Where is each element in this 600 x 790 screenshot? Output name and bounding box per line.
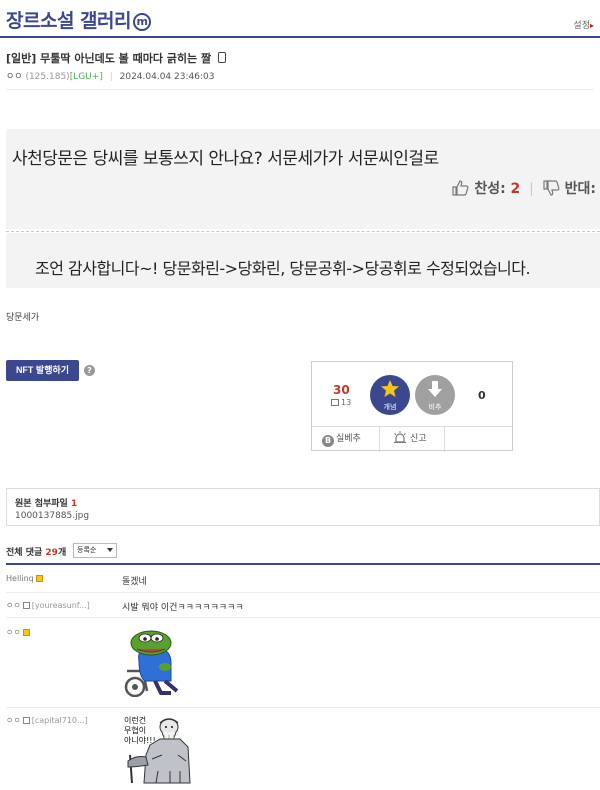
comment-sort-select[interactable]: 등록순 [73, 543, 117, 558]
post-writer-ip: (125.185) [25, 72, 70, 82]
comment-separator [6, 617, 600, 618]
question-banner: 사천당문은 당씨를 보통쓰지 안나요? 서문세가가 서문씨인걸로 찬성: 2 |… [6, 129, 600, 229]
question-text: 사천당문은 당씨를 보통쓰지 안나요? 서문세가가 서문씨인걸로 [12, 149, 439, 169]
comment-nick[interactable]: ㅇㅇ [6, 628, 21, 637]
vote-up-count: 2 [510, 181, 521, 197]
post-title: [일반] 무툴딱 아닌데도 볼 때마다 긁히는 짤 [6, 50, 226, 66]
post-meta: ㅇㅇ (125.185)[LGU+] | 2024.04.04 23:46:03 [6, 69, 214, 82]
comments-label: 전체 댓글 [6, 548, 43, 558]
gonick-icon [22, 629, 30, 636]
meta-separator: | [109, 72, 113, 82]
star-icon [381, 380, 399, 397]
thumbs-up-icon [452, 180, 469, 196]
gallery-header: 장르소설 갤러리 m 설정▸ [0, 0, 600, 38]
comment-user-id: [capital710...] [31, 716, 88, 725]
silbechu-icon: B [322, 435, 334, 447]
meta-divider [6, 89, 594, 90]
vote-separator: | [529, 181, 534, 197]
pepe-dccon-image [124, 630, 179, 697]
comment-nick[interactable]: ㅇㅇ [6, 716, 21, 725]
user-icon [22, 602, 30, 609]
post-body-text: 당문세가 [6, 313, 40, 323]
attachment-label-text: 원본 첨부파일 [15, 499, 68, 509]
oldman-drawing [127, 718, 191, 784]
recommend-up-label: 개념 [383, 403, 397, 411]
comments-header: 전체 댓글 29개 [6, 545, 66, 558]
attachment-box: 원본 첨부파일 1 1000137885.jpg [6, 488, 600, 526]
siren-icon [394, 431, 406, 443]
recommend-down-count: 0 [478, 389, 486, 402]
mobile-icon [217, 52, 226, 63]
nft-issue-button[interactable]: NFT 발행하기 [6, 360, 79, 381]
arrow-down-icon [428, 381, 442, 397]
vote-down-label: 반대: [564, 181, 596, 197]
comments-rule [6, 563, 600, 565]
attachment-count: 1 [70, 499, 78, 509]
comment-nick[interactable]: Hellinq [6, 574, 34, 583]
vote-up-label: 찬성: [474, 181, 506, 197]
comments-count: 29 [45, 548, 58, 558]
comment-writer[interactable]: ㅇㅇ [capital710...] [6, 715, 88, 726]
comments-suffix: 개 [57, 548, 67, 558]
fixed-user-icon [331, 399, 339, 406]
comment-separator [6, 592, 600, 593]
comment-text: 시발 뭐야 이건ㅋㅋㅋㅋㅋㅋㅋㅋ [122, 603, 244, 613]
recommend-down-button[interactable]: 비추 [415, 375, 455, 415]
recommend-down-label: 비추 [428, 403, 442, 411]
comment-writer[interactable]: ㅇㅇ [6, 627, 32, 638]
recommend-box: 30 13 개념 비추 0 B 실베추 신고 [311, 361, 513, 452]
dropdown-arrow-icon [107, 548, 113, 552]
answer-text: 조언 감사합니다~! 당문화린->당화린, 당문공휘->당공휘로 수정되었습니다… [35, 259, 531, 278]
comment-nick[interactable]: ㅇㅇ [6, 601, 21, 610]
sort-selected-value: 등록순 [77, 546, 97, 554]
settings-arrow-icon: ▸ [589, 21, 594, 30]
post-writer[interactable]: ㅇㅇ [6, 72, 23, 82]
minor-gallery-badge-icon: m [132, 13, 151, 31]
vote-summary: 찬성: 2 | 반대: 0 [452, 178, 596, 198]
thumbs-down-icon [543, 180, 560, 196]
settings-label[interactable]: 설정 [573, 21, 590, 31]
user-icon [22, 717, 30, 724]
comment-user-id: [youreasunf...] [31, 601, 90, 610]
silbechu-label: 실베추 [336, 434, 361, 444]
post-date: 2024.04.04 23:46:03 [119, 72, 215, 82]
comment-writer[interactable]: Hellinq [6, 574, 45, 583]
recommend-bottom-bar: B 실베추 신고 [312, 426, 512, 452]
post-category: [일반] [6, 52, 37, 65]
fixed-recommend-count: 13 [341, 398, 352, 407]
recommend-count: 30 [333, 383, 350, 397]
report-button[interactable]: 신고 [379, 427, 445, 452]
comment-text: 돌겠네 [122, 577, 147, 587]
post-title-text: 무툴딱 아닌데도 볼 때마다 긁히는 짤 [40, 52, 212, 65]
attachment-label: 원본 첨부파일 1 [15, 496, 77, 509]
recommend-up-button[interactable]: 개념 [370, 375, 410, 415]
comment-writer[interactable]: ㅇㅇ [youreasunf...] [6, 600, 90, 611]
gonick-icon [35, 575, 43, 582]
report-label: 신고 [410, 434, 427, 444]
answer-banner: 조언 감사합니다~! 당문화린->당화린, 당문공휘->당공휘로 수정되었습니다… [6, 233, 600, 288]
settings-link[interactable]: 설정▸ [573, 18, 594, 31]
silbechu-button[interactable]: B 실베추 [322, 427, 378, 452]
comment-separator [6, 707, 600, 708]
help-icon[interactable]: ? [84, 365, 95, 376]
gallery-title-text[interactable]: 장르소설 갤러리 [6, 10, 131, 32]
attachment-file-link[interactable]: 1000137885.jpg [15, 511, 89, 521]
banner-dashed-divider [6, 231, 600, 232]
post-carrier: [LGU+] [69, 72, 103, 82]
fixed-recommend: 13 [331, 398, 351, 407]
gallery-title[interactable]: 장르소설 갤러리 m [6, 6, 151, 33]
oldman-dccon-image: 이런건 무협이 아니야!!! [122, 715, 192, 785]
